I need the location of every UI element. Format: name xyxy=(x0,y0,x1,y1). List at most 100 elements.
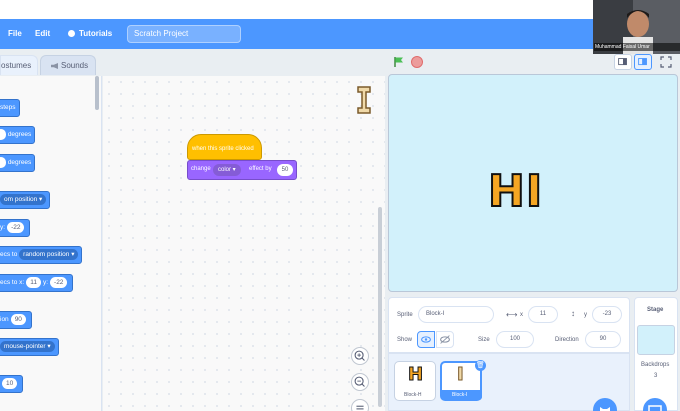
stage-pane-title: Stage xyxy=(647,307,664,313)
cat-icon xyxy=(600,407,610,411)
glide-to-block[interactable]: ecs to random position ▾ xyxy=(0,246,83,264)
sprite-thumb-h: H xyxy=(407,364,424,386)
sprite-name-block-i: Block-I xyxy=(452,392,468,398)
stage-thumbnail xyxy=(637,325,675,355)
choose-backdrop-button[interactable] xyxy=(643,398,667,411)
effect-dropdown[interactable]: color ▾ xyxy=(213,164,241,176)
x-arrows-icon: ⟷ xyxy=(506,310,518,319)
backdrops-count: 3 xyxy=(654,373,658,379)
sprite-name-block-h: Block-H xyxy=(404,392,422,398)
go-to-random-block[interactable]: om position ▾ xyxy=(0,191,51,209)
zoom-in-button[interactable] xyxy=(351,347,369,365)
tutorials-label: Tutorials xyxy=(79,29,113,38)
delete-sprite-button[interactable]: 🗑 xyxy=(475,360,486,371)
glide-y-input[interactable]: -22 xyxy=(50,277,68,288)
y-label: y xyxy=(584,312,587,318)
size-label: Size xyxy=(478,337,490,343)
fullscreen-icon xyxy=(660,56,672,68)
sprite-thumb-i: I xyxy=(457,364,465,386)
lightbulb-icon xyxy=(68,30,75,37)
small-stage-button[interactable] xyxy=(614,54,632,70)
degrees-label: degrees xyxy=(7,159,32,166)
green-flag-button[interactable] xyxy=(393,56,405,68)
palette-scrollbar[interactable] xyxy=(95,76,99,110)
top-band xyxy=(0,0,680,19)
glide-xy-block[interactable]: ecs to x: 11 y: -22 xyxy=(0,274,74,292)
tab-sounds-label: Sounds xyxy=(61,61,89,70)
flag-icon xyxy=(395,57,403,63)
normal-stage-button[interactable] xyxy=(634,54,652,70)
sprite-name-input[interactable]: Block-I xyxy=(418,306,494,323)
go-to-xy-block[interactable]: y: -22 xyxy=(0,219,31,237)
zoom-out-button[interactable] xyxy=(351,373,369,391)
effect-value-input[interactable]: 50 xyxy=(277,164,293,176)
effect-by-label: effect by xyxy=(249,166,272,172)
tutorials-menu[interactable]: Tutorials xyxy=(68,19,112,49)
project-title-input[interactable]: Scratch Project xyxy=(127,25,241,43)
point-towards-dropdown[interactable]: mouse-pointer ▾ xyxy=(0,341,55,352)
webcam-caption: Muhammad Faisal Umar xyxy=(594,43,680,51)
turn-left-block[interactable]: degrees xyxy=(0,154,36,172)
size-input[interactable]: 100 xyxy=(496,331,534,348)
eye-icon xyxy=(421,336,431,343)
point-towards-block[interactable]: mouse-pointer ▾ xyxy=(0,338,59,356)
fullscreen-button[interactable] xyxy=(657,54,675,70)
sprite-label: Sprite xyxy=(397,312,413,318)
steps-label: steps xyxy=(0,104,16,111)
normal-stage-icon xyxy=(638,58,647,66)
workspace-scrollbar[interactable] xyxy=(378,207,382,407)
tab-sounds[interactable]: Sounds xyxy=(40,55,96,75)
image-icon xyxy=(648,405,662,411)
menu-bar: File Edit Tutorials Scratch Project xyxy=(0,19,680,49)
show-hidden-button[interactable] xyxy=(436,331,454,348)
go-to-dropdown[interactable]: om position ▾ xyxy=(0,194,47,205)
file-menu[interactable]: File xyxy=(8,19,22,49)
x-label: x xyxy=(520,312,523,318)
change-x-input[interactable]: 10 xyxy=(2,378,18,389)
y-input[interactable]: -22 xyxy=(7,222,25,233)
glide-x-input[interactable]: 11 xyxy=(26,277,41,288)
y-input[interactable]: -23 xyxy=(592,306,622,323)
point-towards-option: mouse-pointer xyxy=(4,343,46,350)
stage-hi-sprites[interactable]: HI xyxy=(487,165,558,218)
glide-target-dropdown[interactable]: random position ▾ xyxy=(19,249,79,260)
scratch-editor-window: File Edit Tutorials Scratch Project ostu… xyxy=(0,0,680,411)
eye-slash-icon xyxy=(440,335,450,344)
glide-to-label: ecs to xyxy=(0,251,18,258)
x-input[interactable]: 11 xyxy=(528,306,558,323)
turn-right-block[interactable]: degrees xyxy=(0,126,36,144)
change-label: change xyxy=(191,166,211,172)
choose-sprite-button[interactable] xyxy=(593,398,617,411)
zoom-reset-icon xyxy=(356,405,364,410)
direction-input[interactable]: 90 xyxy=(10,314,26,325)
trash-icon: 🗑 xyxy=(476,362,485,369)
tab-costumes[interactable]: ostumes xyxy=(0,55,38,75)
move-steps-block[interactable]: steps xyxy=(0,99,20,117)
direction-label: Direction xyxy=(555,337,579,343)
turn-right-input[interactable] xyxy=(0,129,6,140)
go-to-option: om position xyxy=(4,196,38,203)
hat-block-label: when this sprite clicked xyxy=(192,146,254,152)
show-visible-button[interactable] xyxy=(417,331,435,348)
show-label: Show xyxy=(397,337,413,343)
editor-tabs: ostumes Sounds xyxy=(0,52,385,76)
direction-input[interactable]: 90 xyxy=(585,331,621,348)
script-workspace[interactable] xyxy=(103,76,385,411)
direction-label: ion xyxy=(0,316,9,323)
zoom-reset-button[interactable] xyxy=(351,399,369,411)
zoom-in-icon xyxy=(354,350,365,361)
speaker-icon xyxy=(51,63,58,69)
small-stage-icon xyxy=(618,58,627,66)
backdrops-label: Backdrops xyxy=(641,362,670,368)
glide-target-option: random position xyxy=(23,251,70,258)
change-x-block[interactable]: 10 xyxy=(0,375,24,393)
zoom-out-icon xyxy=(354,376,365,387)
turn-left-input[interactable] xyxy=(0,157,6,168)
edit-menu[interactable]: Edit xyxy=(35,19,50,49)
current-sprite-thumbnail xyxy=(357,86,371,114)
degrees-label: degrees xyxy=(7,131,32,138)
stop-button[interactable] xyxy=(411,56,423,68)
point-direction-block[interactable]: ion 90 xyxy=(0,311,32,329)
effect-option: color xyxy=(218,167,232,173)
y-label: y: xyxy=(0,224,6,231)
